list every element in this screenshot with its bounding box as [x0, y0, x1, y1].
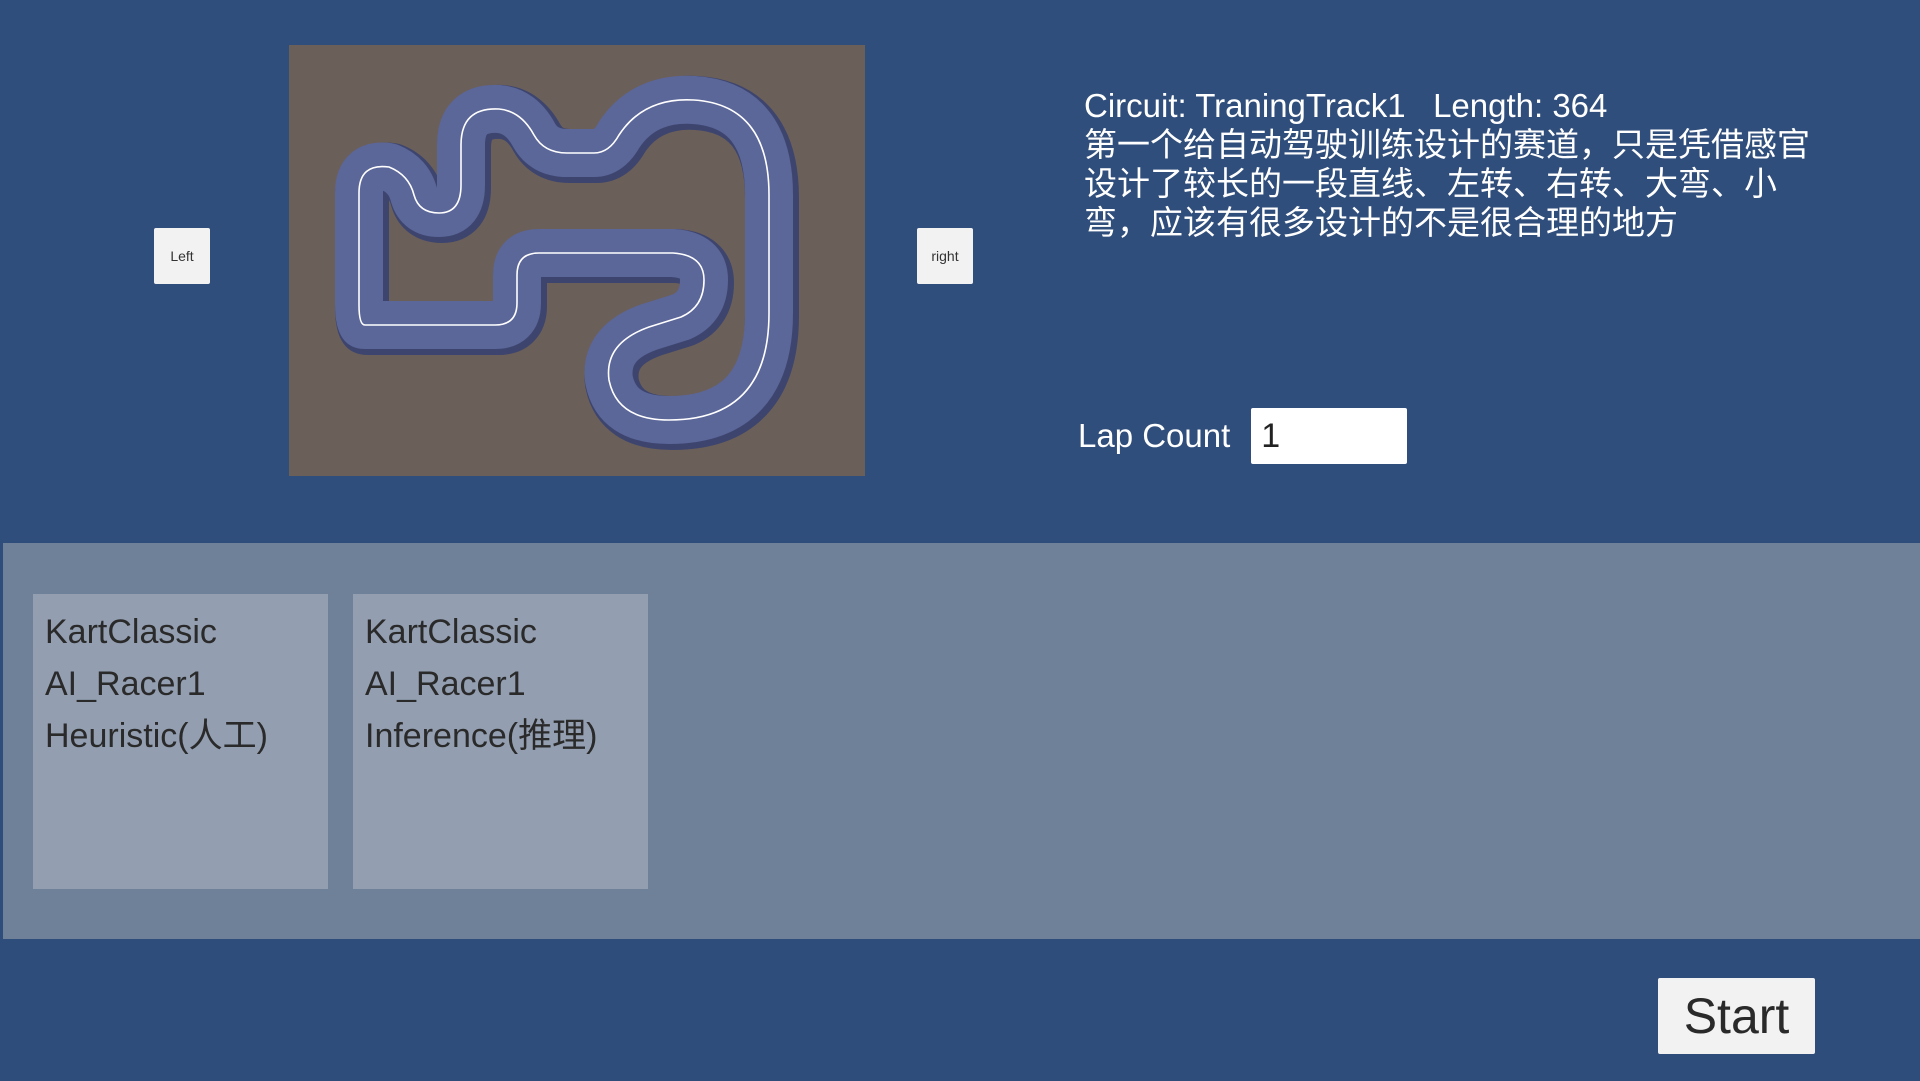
lap-count-input[interactable]: [1251, 408, 1408, 464]
circuit-title: Circuit: TraningTrack1 Length: 364: [1084, 86, 1824, 125]
next-track-button[interactable]: right: [917, 228, 973, 284]
circuit-name: Circuit: TraningTrack1: [1084, 87, 1406, 124]
racer-card[interactable]: KartClassic AI_Racer1 Heuristic(人工): [33, 594, 328, 889]
previous-track-button[interactable]: Left: [154, 228, 210, 284]
track-map: [335, 75, 799, 450]
circuit-length: Length: 364: [1433, 87, 1608, 124]
racer-card[interactable]: KartClassic AI_Racer1 Inference(推理): [353, 594, 648, 889]
circuit-info: Circuit: TraningTrack1 Length: 364 第一个给自…: [1084, 86, 1824, 242]
track-preview-image: [289, 45, 865, 476]
racer-name: AI_Racer1: [45, 665, 206, 703]
racer-name: AI_Racer1: [365, 665, 526, 703]
racer-kart: KartClassic: [45, 613, 217, 651]
racer-mode: Inference(推理): [365, 717, 598, 755]
start-button[interactable]: Start: [1658, 978, 1815, 1054]
racer-kart: KartClassic: [365, 613, 537, 651]
racers-panel: KartClassic AI_Racer1 Heuristic(人工) Kart…: [3, 543, 1920, 939]
lap-count-row: Lap Count: [1078, 408, 1408, 464]
racer-mode: Heuristic(人工): [45, 717, 268, 755]
circuit-description: 第一个给自动驾驶训练设计的赛道，只是凭借感官设计了较长的一段直线、左转、右转、大…: [1084, 126, 1810, 241]
lap-count-label: Lap Count: [1078, 417, 1231, 454]
